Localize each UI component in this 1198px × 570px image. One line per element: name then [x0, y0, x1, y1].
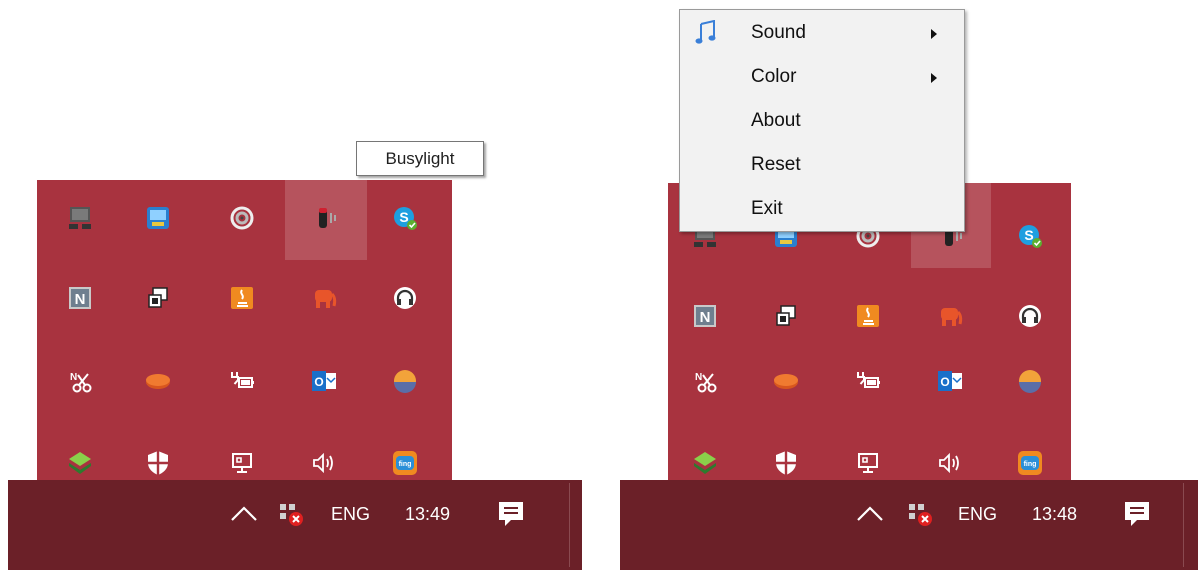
java-icon[interactable]	[228, 284, 256, 312]
outlook-icon[interactable]: O	[936, 367, 964, 395]
svg-text:N: N	[695, 372, 702, 383]
svg-text:fing: fing	[1024, 461, 1037, 468]
svg-text:fing: fing	[399, 461, 412, 468]
speaker-icon[interactable]	[936, 449, 964, 477]
orange-disc-icon[interactable]	[144, 367, 172, 395]
svg-text:O: O	[314, 375, 323, 389]
network-disconnected-icon[interactable]	[905, 500, 935, 532]
weather-icon[interactable]	[391, 367, 419, 395]
language-indicator[interactable]: ENG	[958, 502, 997, 526]
show-hidden-icons-chevron-icon[interactable]	[855, 502, 885, 530]
menu-item-sound[interactable]: Sound	[680, 12, 964, 56]
network-disconnected-icon[interactable]	[276, 500, 306, 532]
svg-text:N: N	[700, 309, 711, 326]
busylight-context-menu: Sound Color About Reset Exit	[679, 9, 965, 232]
app-orange-icon[interactable]: fing	[1016, 449, 1044, 477]
menu-item-label: Sound	[751, 22, 806, 43]
taskbar-divider	[569, 483, 570, 567]
monitor-icon[interactable]	[66, 204, 94, 232]
battery-plug-icon[interactable]	[854, 367, 882, 395]
action-center-icon[interactable]	[1122, 499, 1152, 533]
clock[interactable]: 13:49	[405, 502, 450, 526]
network-app-icon[interactable]	[144, 204, 172, 232]
taskbar-divider	[1183, 483, 1184, 567]
shield-green-icon[interactable]	[66, 449, 94, 477]
onenote-clipper-icon[interactable]: N	[66, 367, 94, 395]
menu-item-label: Reset	[751, 154, 801, 175]
menu-item-color[interactable]: Color	[680, 56, 964, 100]
menu-item-reset[interactable]: Reset	[680, 144, 964, 188]
elephant-icon[interactable]	[310, 284, 338, 312]
menu-item-exit[interactable]: Exit	[680, 188, 964, 232]
headphones-icon[interactable]	[1016, 302, 1044, 330]
menu-item-label: Color	[751, 66, 797, 87]
submenu-arrow-icon	[931, 73, 937, 83]
n-app-icon[interactable]: N	[66, 284, 94, 312]
svg-text:N: N	[75, 291, 86, 308]
svg-text:S: S	[1024, 227, 1033, 243]
weather-icon[interactable]	[1016, 367, 1044, 395]
java-icon[interactable]	[854, 302, 882, 330]
onenote-clipper-icon[interactable]: N	[691, 367, 719, 395]
display-network-icon[interactable]	[228, 449, 256, 477]
n-app-icon[interactable]: N	[691, 302, 719, 330]
action-center-icon[interactable]	[496, 499, 526, 533]
busylight-tooltip: Busylight	[356, 141, 484, 176]
app-orange-icon[interactable]: fing	[391, 449, 419, 477]
copy-windows-icon[interactable]	[772, 302, 800, 330]
shield-green-icon[interactable]	[691, 449, 719, 477]
show-hidden-icons-chevron-icon[interactable]	[229, 502, 259, 530]
svg-text:O: O	[940, 375, 949, 389]
skype-icon[interactable]: S	[1016, 222, 1044, 250]
menu-item-label: Exit	[751, 198, 783, 219]
menu-item-about[interactable]: About	[680, 100, 964, 144]
busylight-icon[interactable]	[310, 204, 338, 232]
elephant-icon[interactable]	[936, 302, 964, 330]
language-indicator[interactable]: ENG	[331, 502, 370, 526]
clock[interactable]: 13:48	[1032, 502, 1077, 526]
headphones-icon[interactable]	[391, 284, 419, 312]
outlook-icon[interactable]: O	[310, 367, 338, 395]
copy-windows-icon[interactable]	[144, 284, 172, 312]
spiral-icon[interactable]	[228, 204, 256, 232]
speaker-icon[interactable]	[310, 449, 338, 477]
display-network-icon[interactable]	[854, 449, 882, 477]
security-shield-icon[interactable]	[772, 449, 800, 477]
security-shield-icon[interactable]	[144, 449, 172, 477]
battery-plug-icon[interactable]	[228, 367, 256, 395]
svg-text:S: S	[399, 209, 408, 225]
orange-disc-icon[interactable]	[772, 367, 800, 395]
svg-text:N: N	[70, 372, 77, 383]
skype-icon[interactable]: S	[391, 204, 419, 232]
menu-item-label: About	[751, 110, 801, 131]
submenu-arrow-icon	[931, 29, 937, 39]
